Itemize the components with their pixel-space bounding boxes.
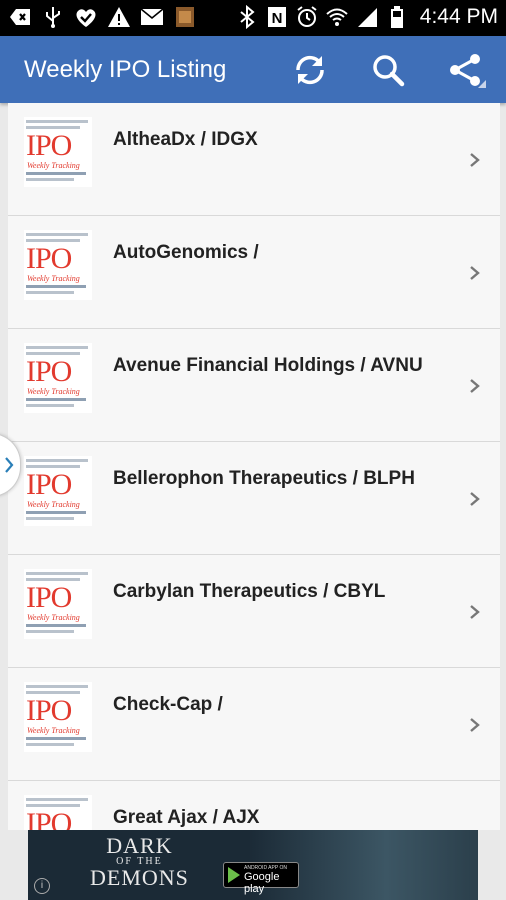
ad-banner[interactable]: DARK OF THE DEMONS ANDROID APP ON Google… xyxy=(28,830,478,900)
list-item[interactable]: IPO Weekly Tracking Carbylan Therapeutic… xyxy=(8,555,500,668)
app-bar: Weekly IPO Listing xyxy=(0,36,506,103)
ad-title: DARK OF THE DEMONS xyxy=(90,833,189,890)
listing-title: Avenue Financial Holdings / AVNU xyxy=(113,355,423,376)
ipo-thumbnail: IPO Weekly Tracking xyxy=(24,682,92,752)
list-item[interactable]: IPO Weekly Tracking Great Ajax / AJX xyxy=(8,781,500,830)
ipo-thumbnail: IPO Weekly Tracking xyxy=(24,117,92,187)
ipo-thumbnail: IPO Weekly Tracking xyxy=(24,343,92,413)
search-button[interactable] xyxy=(368,50,408,90)
back-icon xyxy=(8,5,32,29)
listing-title: Great Ajax / AJX xyxy=(113,807,260,828)
ipo-thumbnail: IPO Weekly Tracking xyxy=(24,569,92,639)
refresh-icon xyxy=(296,55,324,85)
share-button[interactable] xyxy=(446,50,486,90)
ipo-thumbnail: IPO Weekly Tracking xyxy=(24,230,92,300)
list-item[interactable]: IPO Weekly Tracking Bellerophon Therapeu… xyxy=(8,442,500,555)
chevron-right-icon xyxy=(470,718,480,732)
list-item[interactable]: IPO Weekly Tracking AltheaDx / IDGX xyxy=(8,103,500,216)
chevron-right-icon xyxy=(470,266,480,280)
status-bar: N 4:44 PM xyxy=(0,0,506,36)
listing-title: AltheaDx / IDGX xyxy=(113,129,258,150)
refresh-button[interactable] xyxy=(290,50,330,90)
warning-icon xyxy=(107,5,131,29)
listing-title: Bellerophon Therapeutics / BLPH xyxy=(113,468,415,489)
share-icon xyxy=(450,54,486,88)
ipo-thumbnail: IPO Weekly Tracking xyxy=(24,795,92,830)
status-time: 4:44 PM xyxy=(419,5,498,28)
alarm-icon xyxy=(297,6,317,27)
mail-icon xyxy=(140,5,164,29)
svg-text:N: N xyxy=(271,10,282,27)
ipo-list: IPO Weekly Tracking AltheaDx / IDGX IPO … xyxy=(8,103,500,830)
play-icon xyxy=(228,867,240,883)
list-item[interactable]: IPO Weekly Tracking AutoGenomics / xyxy=(8,216,500,329)
battery-icon xyxy=(390,6,403,28)
listing-title: AutoGenomics / xyxy=(113,242,259,263)
list-item[interactable]: IPO Weekly Tracking Check-Cap / xyxy=(8,668,500,781)
page-title: Weekly IPO Listing xyxy=(24,56,227,83)
listing-title: Carbylan Therapeutics / CBYL xyxy=(113,581,386,602)
listing-title: Check-Cap / xyxy=(113,694,223,715)
chevron-right-icon xyxy=(470,379,480,393)
chevron-right-icon xyxy=(470,153,480,167)
signal-icon xyxy=(357,8,377,27)
bluetooth-icon xyxy=(240,5,255,29)
wifi-icon xyxy=(326,8,348,26)
nfc-icon: N xyxy=(267,7,286,27)
ipo-thumbnail: IPO Weekly Tracking xyxy=(24,456,92,526)
chevron-right-icon xyxy=(5,457,14,473)
info-icon[interactable]: i xyxy=(34,878,50,894)
usb-icon xyxy=(41,5,65,29)
chevron-right-icon xyxy=(470,492,480,506)
app-notification-icon xyxy=(173,5,197,29)
google-play-badge[interactable]: ANDROID APP ON Google play xyxy=(223,862,299,895)
chevron-right-icon xyxy=(470,605,480,619)
check-icon xyxy=(74,5,98,29)
search-icon xyxy=(373,55,405,87)
list-item[interactable]: IPO Weekly Tracking Avenue Financial Hol… xyxy=(8,329,500,442)
